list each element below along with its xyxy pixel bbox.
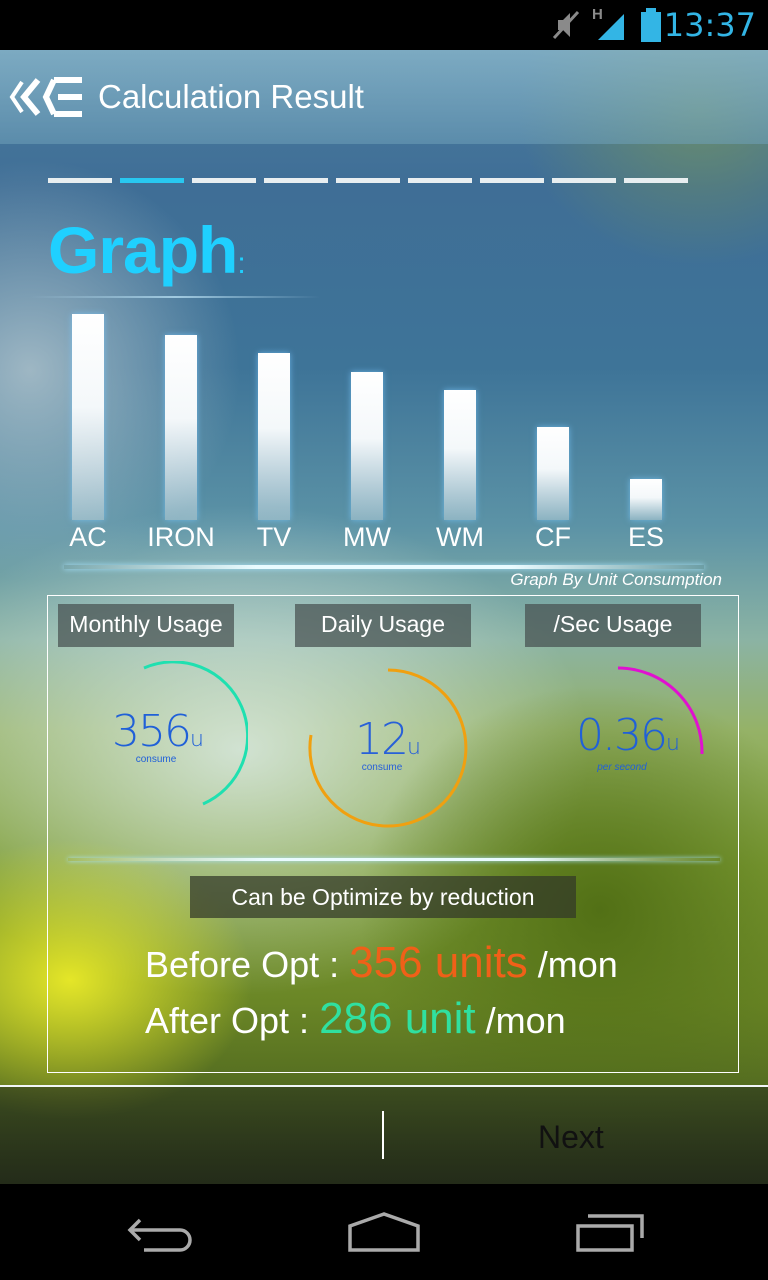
step-8: [552, 178, 616, 183]
monthly-usage-unit: u: [190, 727, 204, 752]
monthly-usage-number: 356: [112, 706, 192, 757]
step-4: [264, 178, 328, 183]
per-second-usage-value: 0.36u: [568, 710, 688, 761]
step-2-active: [120, 178, 184, 183]
daily-usage-value: 12u: [338, 714, 438, 765]
monthly-usage-label: Monthly Usage: [58, 604, 234, 647]
step-6: [408, 178, 472, 183]
graph-heading-text: Graph: [48, 213, 238, 287]
bar-label-cf: CF: [535, 522, 571, 552]
step-5: [336, 178, 400, 183]
mute-icon: [552, 10, 580, 40]
back-action-button[interactable]: [0, 1087, 382, 1184]
before-opt-row: Before Opt : 356 units /mon: [145, 938, 618, 988]
bar-label-wm: WM: [436, 522, 484, 552]
bar-label-tv: TV: [256, 522, 292, 552]
optimize-label: Can be Optimize by reduction: [190, 876, 576, 918]
clock: 13:37: [663, 6, 756, 44]
per-second-usage-unit: u: [666, 731, 680, 756]
daily-usage-caption: consume: [361, 762, 403, 773]
consumption-bar-chart: AC IRON TV MW WM CF ES: [0, 300, 768, 600]
graph-heading-divider: [30, 296, 320, 298]
after-opt-unit: /mon: [485, 1000, 566, 1041]
bar-label-mw: MW: [343, 522, 391, 552]
before-opt-value: 356 units: [349, 938, 528, 987]
bar-iron: [165, 335, 197, 520]
status-bar: H 13:37: [0, 0, 768, 50]
bar-cf: [537, 427, 569, 520]
graph-heading-colon: :: [237, 247, 245, 280]
bar-tv: [258, 353, 290, 520]
bar-mw: [351, 372, 383, 520]
before-opt-label: Before Opt :: [145, 944, 340, 985]
monthly-usage-value: 356u: [108, 706, 208, 757]
next-button[interactable]: Next: [538, 1119, 604, 1156]
daily-usage-label: Daily Usage: [295, 604, 471, 647]
signal-icon: [598, 14, 624, 40]
step-indicator: [48, 178, 688, 183]
bar-ac: [72, 314, 104, 520]
monthly-usage-caption: consume: [135, 754, 177, 765]
daily-usage-number: 12: [355, 714, 409, 765]
step-3: [192, 178, 256, 183]
bar-label-ac: AC: [69, 522, 107, 552]
battery-icon: [641, 8, 661, 42]
system-navigation-bar: [0, 1184, 768, 1280]
per-second-usage-caption: per second: [597, 762, 647, 773]
before-opt-unit: /mon: [537, 944, 618, 985]
back-icon[interactable]: [8, 76, 88, 118]
per-second-usage-number: 0.36: [576, 710, 668, 761]
step-7: [480, 178, 544, 183]
after-opt-label: After Opt :: [145, 1000, 310, 1041]
bar-wm: [444, 390, 476, 520]
bar-label-es: ES: [627, 522, 665, 552]
per-second-usage-label: /Sec Usage: [525, 604, 701, 647]
title-bar: Calculation Result: [0, 50, 768, 144]
app-screen: Calculation Result Graph: AC IRON TV MW WM CF…: [0, 50, 768, 1184]
graph-heading: Graph:: [48, 212, 246, 288]
page-title: Calculation Result: [98, 78, 364, 115]
action-divider: [382, 1111, 384, 1159]
recent-apps-icon[interactable]: [574, 1212, 646, 1252]
bar-label-iron: IRON: [147, 522, 215, 552]
back-nav-icon[interactable]: [124, 1212, 196, 1252]
chart-caption: Graph By Unit Consumption: [510, 570, 722, 589]
bar-es: [630, 479, 662, 520]
step-9: [624, 178, 688, 183]
after-opt-value: 286 unit: [319, 994, 476, 1043]
usage-panel: Monthly Usage Daily Usage /Sec Usage 356…: [47, 595, 739, 1073]
step-1: [48, 178, 112, 183]
home-nav-icon[interactable]: [346, 1212, 422, 1252]
panel-divider: [68, 858, 720, 861]
after-opt-row: After Opt : 286 unit /mon: [145, 994, 566, 1044]
chart-baseline: [64, 565, 704, 569]
daily-usage-unit: u: [407, 735, 421, 760]
bottom-action-bar: Next: [0, 1087, 768, 1184]
